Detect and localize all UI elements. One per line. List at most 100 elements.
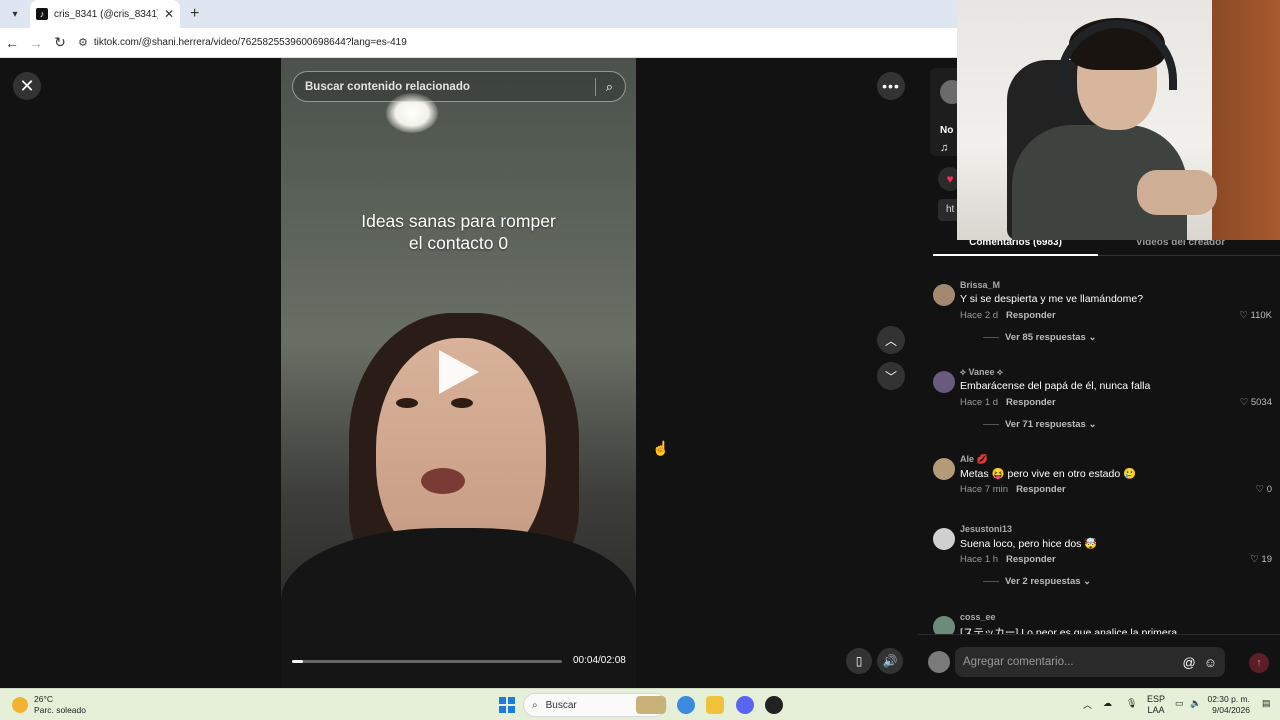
url-field[interactable]: tiktok.com/@shani.herrera/video/76258255… <box>94 37 407 48</box>
tiktok-icon: ♪ <box>36 8 48 20</box>
comment-likes[interactable]: ♡ 0 <box>1256 484 1272 495</box>
comment-likes[interactable]: ♡ 19 <box>1250 554 1272 565</box>
weather-widget[interactable]: 26°C Parc. soleado <box>12 694 86 716</box>
mouse-cursor-icon: ☝ <box>652 440 670 456</box>
caption-line-2: el contacto 0 <box>408 233 509 253</box>
heart-outline-icon[interactable]: ♡ <box>1256 484 1267 495</box>
comment-like-count: 110K <box>1250 310 1272 321</box>
comment-username[interactable]: Ale 💋 <box>960 454 988 465</box>
tab-list-icon[interactable]: ▾ <box>4 4 26 24</box>
more-options-icon[interactable]: ••• <box>877 72 905 100</box>
back-icon[interactable]: ← <box>0 35 24 51</box>
volume-icon[interactable]: 🔊 <box>877 648 903 674</box>
sun-icon <box>12 697 28 713</box>
chevron-down-icon: ⌄ <box>1088 419 1097 430</box>
comment-avatar[interactable] <box>933 616 955 634</box>
progress-bar[interactable] <box>292 660 562 663</box>
comment-avatar[interactable] <box>933 284 955 306</box>
video-person-eye-right <box>451 398 473 408</box>
app-icon[interactable] <box>765 696 783 714</box>
heart-outline-icon[interactable]: ♡ <box>1250 554 1261 565</box>
next-video-icon[interactable]: ﹀ <box>877 362 905 390</box>
comment-username[interactable]: ⟡ Vanee ⟡ <box>960 367 1003 378</box>
video-time: 00:04/02:08 <box>573 655 626 666</box>
tab-tiktok[interactable]: ♪ cris_8341 (@cris_8341) | TikTok ✕ <box>30 0 180 28</box>
related-search-placeholder: Buscar contenido relacionado <box>305 80 470 93</box>
weather-text: 26°C Parc. soleado <box>34 694 86 716</box>
comment-meta: Hace 1 h Responder <box>960 554 1056 565</box>
webcam-overlay <box>957 0 1280 240</box>
comment-input[interactable]: Agregar comentario... @ ☺ <box>955 647 1225 677</box>
language-indicator[interactable]: ESP LAA <box>1147 694 1165 716</box>
heart-outline-icon[interactable]: ♡ <box>1240 397 1251 408</box>
search-highlight-icon[interactable] <box>636 696 666 714</box>
comment-text: Suena loco, pero hice dos 🤯 <box>960 538 1098 550</box>
reply-button[interactable]: Responder <box>1016 484 1066 495</box>
current-user-avatar <box>928 651 950 673</box>
lang-top: ESP <box>1147 694 1166 704</box>
comment-likes[interactable]: ♡ 110K <box>1239 310 1272 321</box>
video-player[interactable]: Buscar contenido relacionado ⌕ Ideas san… <box>281 58 636 688</box>
send-icon[interactable]: ↑ <box>1249 653 1269 673</box>
taskbar-clock[interactable]: 02:30 p. m. 9/04/2026 <box>1206 694 1250 716</box>
chrome-icon[interactable] <box>677 696 695 714</box>
network-app-icon[interactable]: ☁ <box>1103 698 1112 709</box>
emoji-icon[interactable]: ☺ <box>1204 655 1217 670</box>
volume-icon[interactable]: 🔈 <box>1190 698 1201 709</box>
discord-icon[interactable] <box>736 696 754 714</box>
notifications-icon[interactable]: ▤ <box>1262 698 1271 709</box>
taskbar-search-label: Buscar <box>545 699 577 711</box>
forward-icon[interactable]: → <box>24 35 48 51</box>
comment-avatar[interactable] <box>933 458 955 480</box>
webcam-person-hands <box>1137 170 1217 215</box>
heart-outline-icon[interactable]: ♡ <box>1239 310 1250 321</box>
view-replies-label: Ver 85 respuestas <box>1005 332 1086 343</box>
comment-text: Metas 😝 pero vive en otro estado 🥲 <box>960 468 1137 480</box>
reply-button[interactable]: Responder <box>1006 554 1056 565</box>
comment-username[interactable]: Jesustoni13 <box>960 524 1012 534</box>
reply-button[interactable]: Responder <box>1006 310 1056 321</box>
replies-line <box>983 580 999 582</box>
comment-likes[interactable]: ♡ 5034 <box>1240 397 1272 408</box>
reply-button[interactable]: Responder <box>1006 397 1056 408</box>
windows-start-icon[interactable] <box>499 697 515 713</box>
comment-username[interactable]: Brissa_M <box>960 280 1000 290</box>
music-icon[interactable]: ♫ <box>940 142 948 154</box>
comment-meta: Hace 1 d Responder <box>960 397 1056 408</box>
view-replies-button[interactable]: Ver 2 respuestas ⌄ <box>983 576 1091 587</box>
wifi-icon[interactable]: ▭ <box>1175 698 1184 709</box>
chevron-up-icon[interactable]: ︿ <box>1083 698 1092 711</box>
play-icon[interactable] <box>439 350 479 394</box>
comment-username[interactable]: coss_ee <box>960 612 996 622</box>
related-search-input[interactable]: Buscar contenido relacionado ⌕ <box>292 71 626 102</box>
view-replies-button[interactable]: Ver 71 respuestas ⌄ <box>983 419 1096 430</box>
chevron-down-icon: ⌄ <box>1088 332 1097 343</box>
close-video-button[interactable]: ✕ <box>13 72 41 100</box>
site-info-icon[interactable]: ⚙ <box>78 36 88 49</box>
mention-icon[interactable]: @ <box>1183 655 1196 670</box>
close-tab-icon[interactable]: ✕ <box>164 7 174 21</box>
comment-time: Hace 7 min <box>960 484 1009 495</box>
reload-icon[interactable]: ↻ <box>48 34 72 51</box>
view-replies-button[interactable]: Ver 85 respuestas ⌄ <box>983 332 1096 343</box>
mic-icon[interactable]: 🎙 <box>1126 698 1137 709</box>
search-icon[interactable]: ⌕ <box>606 79 613 95</box>
comment-list: Brissa_M Y si se despierta y me ve llamá… <box>918 276 1280 634</box>
windows-taskbar: 26°C Parc. soleado ⌕ Buscar ︿ ☁ 🎙 ESP LA… <box>0 688 1280 720</box>
comment-meta: Hace 2 d Responder <box>960 310 1056 321</box>
comment-like-count: 5034 <box>1250 397 1272 408</box>
replies-line <box>983 423 999 425</box>
mini-player-icon[interactable]: ▯ <box>846 648 872 674</box>
comment-avatar[interactable] <box>933 371 955 393</box>
tab-title: cris_8341 (@cris_8341) | TikTok <box>54 8 158 20</box>
previous-video-icon[interactable]: ︿ <box>877 326 905 354</box>
comment-avatar[interactable] <box>933 528 955 550</box>
comment-like-count: 0 <box>1266 484 1272 495</box>
comment-placeholder: Agregar comentario... <box>963 656 1074 668</box>
webcam-door <box>1212 0 1280 240</box>
creator-description: No <box>940 125 954 136</box>
new-tab-icon[interactable]: + <box>190 5 199 23</box>
comment-time: Hace 1 d <box>960 397 999 408</box>
file-explorer-icon[interactable] <box>706 696 724 714</box>
lang-bottom: LAA <box>1147 705 1165 715</box>
